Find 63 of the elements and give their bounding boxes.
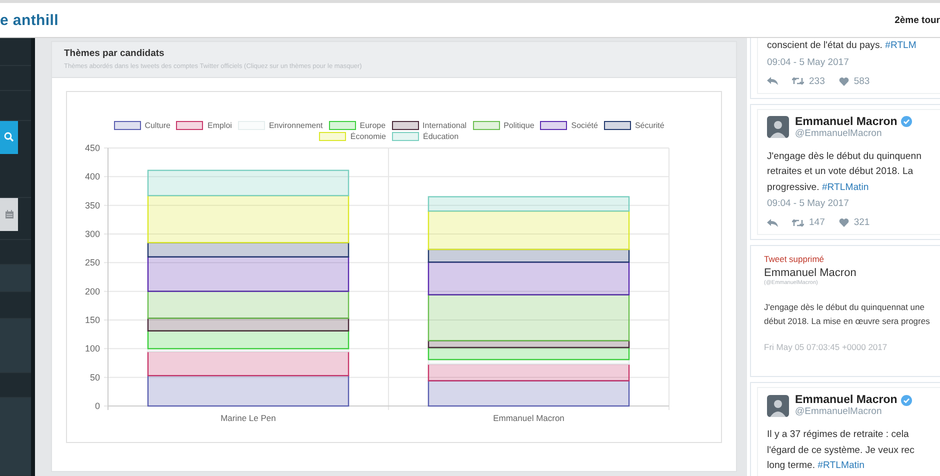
legend-item[interactable]: Économie — [316, 132, 389, 141]
author-name: Emmanuel Macron — [795, 116, 898, 128]
retweet-count: 233 — [809, 76, 825, 86]
tweet-text: long terme. #RTLMatin — [767, 459, 866, 473]
brand-name[interactable]: e anthill — [0, 12, 58, 28]
retweet-icon[interactable] — [792, 218, 804, 226]
legend-item[interactable]: Europe — [326, 121, 389, 130]
panel-title: Thèmes par candidats — [64, 48, 166, 59]
tweet-text: retraites et un vote début 2018. La — [767, 165, 914, 179]
tweet-text: début 2018. La mise en œuvre sera progres — [764, 315, 931, 328]
legend-item[interactable]: Politique — [470, 121, 538, 130]
tweet-time: Fri May 05 07:03:45 +0000 2017 — [764, 342, 888, 352]
verified-badge-icon — [901, 116, 912, 127]
avatar — [767, 116, 789, 138]
y-tick-label: 300 — [84, 229, 100, 239]
author-handle: @EmmanuelMacron — [795, 128, 883, 138]
tweet-time: 09:04 - 5 May 2017 — [767, 56, 850, 68]
y-tick-label: 250 — [84, 258, 100, 268]
tweet-text: J'engage dès le début du quinquennat une — [764, 301, 926, 314]
tweet-text: progressive. #RTLMatin — [767, 180, 870, 194]
author-name: Emmanuel Macron — [764, 267, 858, 279]
round-label: 2ème tour — [894, 14, 940, 26]
retweet-icon[interactable] — [792, 77, 804, 85]
like-count: 583 — [854, 76, 870, 86]
y-tick-label: 350 — [84, 200, 100, 210]
heart-icon[interactable] — [838, 76, 849, 86]
reply-icon[interactable] — [767, 218, 778, 226]
author-name: Emmanuel Macron — [795, 394, 898, 406]
y-tick-label: 100 — [84, 344, 100, 354]
hashtag-link[interactable]: #RTLM — [885, 40, 916, 51]
x-axis-label: Marine Le Pen — [220, 413, 276, 423]
legend-item[interactable]: International — [388, 121, 470, 130]
like-count: 321 — [854, 217, 870, 228]
tweet-text: Il y a 37 régimes de retraite : cela — [767, 428, 910, 442]
legend-item[interactable]: Culture — [110, 121, 174, 130]
legend-item[interactable]: Environnement — [234, 121, 326, 130]
tweet-time: 09:04 - 5 May 2017 — [767, 198, 850, 209]
y-tick-label: 0 — [94, 401, 100, 411]
x-axis-label: Emmanuel Macron — [493, 413, 564, 423]
hashtag-link[interactable]: #RTLMatin — [818, 460, 864, 471]
heart-icon[interactable] — [838, 218, 849, 227]
hashtag-link[interactable]: #RTLMatin — [822, 182, 869, 192]
legend-item[interactable]: Sécurité — [600, 121, 668, 130]
retweet-count: 147 — [809, 217, 825, 228]
tweet-text: J'engage dès le début du quinquenn — [767, 150, 922, 164]
y-tick-label: 150 — [84, 315, 100, 325]
search-icon — [4, 132, 14, 142]
calendar-icon — [4, 210, 14, 219]
y-tick-label: 200 — [84, 286, 100, 296]
legend-item[interactable]: Société — [537, 121, 601, 130]
tweet-text: l'égard de ce système. Je veux rec — [767, 444, 916, 458]
reply-icon[interactable] — [767, 77, 778, 85]
search-button[interactable] — [0, 120, 18, 154]
y-tick-label: 50 — [90, 372, 100, 382]
legend-item[interactable]: Éducation — [388, 132, 462, 141]
verified-badge-icon — [901, 394, 912, 406]
avatar — [767, 394, 789, 416]
author-handle: @EmmanuelMacron — [795, 406, 883, 417]
deleted-label: Tweet supprimé — [764, 254, 825, 264]
y-tick-label: 450 — [84, 143, 100, 153]
tweet-text: conscient de l'état du pays. #RTLM — [767, 39, 918, 53]
legend-item[interactable]: Emploi — [173, 121, 235, 130]
y-tick-label: 400 — [84, 172, 100, 182]
